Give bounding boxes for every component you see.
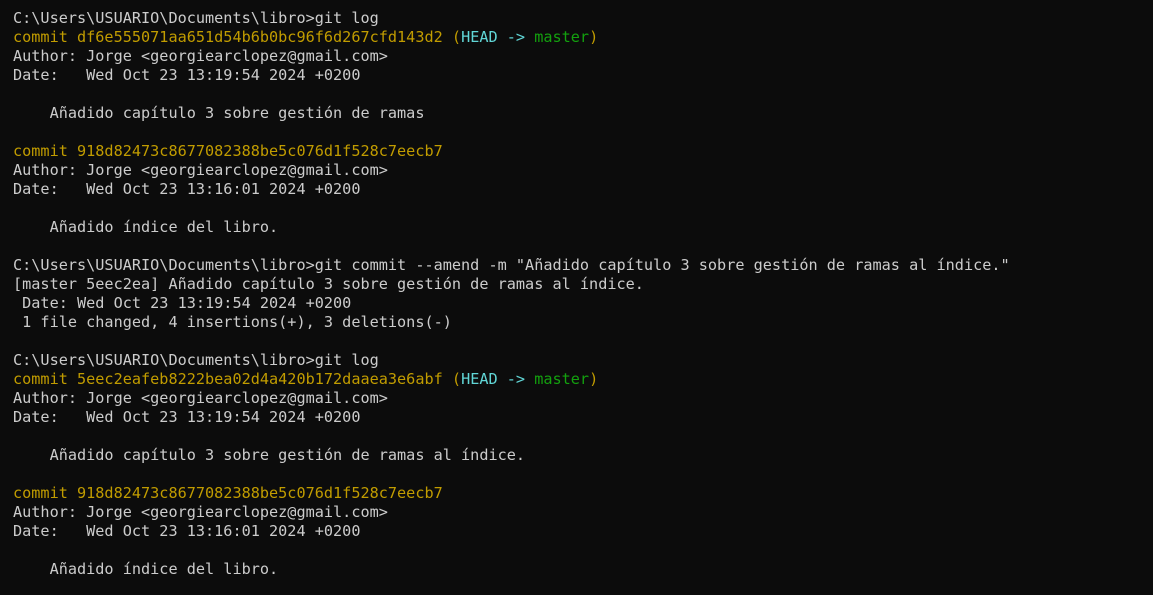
commit-line: commit 5eec2eafeb8222bea02d4a420b172daae… xyxy=(13,370,1153,389)
amend-stats: 1 file changed, 4 insertions(+), 3 delet… xyxy=(13,313,452,331)
terminal-window[interactable]: C:\Users\USUARIO\Documents\libro>git log… xyxy=(0,0,1153,595)
ref-open-paren: ( xyxy=(442,28,462,46)
commit-hash: commit 918d82473c8677082388be5c076d1f528… xyxy=(13,142,443,160)
ref-close-paren: ) xyxy=(589,370,599,388)
head-ref: HEAD xyxy=(461,370,498,388)
prompt-line: C:\Users\USUARIO\Documents\libro>git log xyxy=(13,9,379,27)
ref-open-paren: ( xyxy=(442,370,462,388)
amend-date: Date: Wed Oct 23 13:19:54 2024 +0200 xyxy=(13,294,352,312)
commit-hash: commit df6e555071aa651d54b6b0bc96f6d267c… xyxy=(13,28,443,46)
commit-hash: commit 5eec2eafeb8222bea02d4a420b172daae… xyxy=(13,370,443,388)
date-line: Date: Wed Oct 23 13:19:54 2024 +0200 xyxy=(13,66,361,84)
author-line: Author: Jorge <georgiearclopez@gmail.com… xyxy=(13,503,388,521)
amend-result: [master 5eec2ea] Añadido capítulo 3 sobr… xyxy=(13,275,644,293)
branch-ref: master xyxy=(534,370,590,388)
date-line: Date: Wed Oct 23 13:16:01 2024 +0200 xyxy=(13,180,361,198)
branch-ref: master xyxy=(534,28,590,46)
prompt-line: C:\Users\USUARIO\Documents\libro>git log xyxy=(13,351,379,369)
commit-message: Añadido capítulo 3 sobre gestión de rama… xyxy=(13,104,425,122)
commit-message: Añadido índice del libro. xyxy=(13,218,279,236)
ref-close-paren: ) xyxy=(589,28,599,46)
prompt-line: C:\Users\USUARIO\Documents\libro>git com… xyxy=(13,256,1010,274)
ref-arrow: -> xyxy=(497,370,535,388)
commit-line: commit df6e555071aa651d54b6b0bc96f6d267c… xyxy=(13,28,1153,47)
commit-message: Añadido capítulo 3 sobre gestión de rama… xyxy=(13,446,526,464)
author-line: Author: Jorge <georgiearclopez@gmail.com… xyxy=(13,389,388,407)
ref-arrow: -> xyxy=(497,28,535,46)
author-line: Author: Jorge <georgiearclopez@gmail.com… xyxy=(13,47,388,65)
author-line: Author: Jorge <georgiearclopez@gmail.com… xyxy=(13,161,388,179)
date-line: Date: Wed Oct 23 13:19:54 2024 +0200 xyxy=(13,408,361,426)
commit-hash: commit 918d82473c8677082388be5c076d1f528… xyxy=(13,484,443,502)
head-ref: HEAD xyxy=(461,28,498,46)
date-line: Date: Wed Oct 23 13:16:01 2024 +0200 xyxy=(13,522,361,540)
commit-message: Añadido índice del libro. xyxy=(13,560,279,578)
